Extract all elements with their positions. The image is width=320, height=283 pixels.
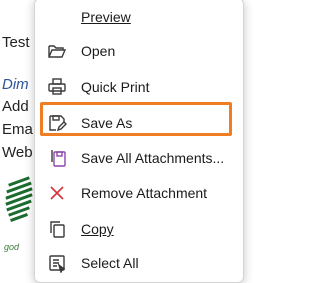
logo-caption: god	[4, 242, 20, 252]
company-logo: god	[2, 176, 38, 256]
save-all-attachments-icon	[47, 148, 67, 168]
copy-icon	[47, 219, 67, 239]
attachment-context-menu: Preview Open Quick Print Save As Save Al…	[34, 0, 244, 283]
email-text-line: Test	[2, 34, 30, 51]
menu-item-label: Save All Attachments...	[81, 150, 225, 166]
folder-open-icon	[47, 41, 67, 61]
menu-item-label: Save As	[81, 115, 133, 131]
menu-item-save-all-attachments[interactable]: Save All Attachments...	[35, 140, 243, 176]
menu-item-label: Select All	[81, 255, 139, 271]
menu-item-remove-attachment[interactable]: Remove Attachment	[35, 175, 243, 211]
menu-item-quick-print[interactable]: Quick Print	[35, 69, 243, 105]
email-label: Ema	[2, 121, 33, 138]
menu-item-save-as[interactable]: Save As	[35, 105, 243, 141]
menu-item-label: Remove Attachment	[81, 185, 208, 201]
sender-name-text: Dim	[2, 76, 29, 93]
menu-item-open[interactable]: Open	[35, 33, 243, 69]
address-label: Add	[2, 98, 29, 115]
menu-item-label: Quick Print	[81, 79, 150, 95]
printer-icon	[47, 77, 67, 97]
menu-item-label: Preview	[81, 9, 131, 25]
save-as-icon	[47, 113, 67, 133]
menu-item-preview[interactable]: Preview	[35, 0, 243, 35]
menu-item-copy[interactable]: Copy	[35, 211, 243, 247]
menu-item-label: Open	[81, 43, 116, 59]
close-icon	[47, 183, 67, 203]
menu-item-label: Copy	[81, 221, 114, 237]
select-all-icon	[47, 253, 67, 274]
menu-item-select-all[interactable]: Select All	[35, 245, 243, 281]
website-label: Web	[2, 144, 33, 161]
